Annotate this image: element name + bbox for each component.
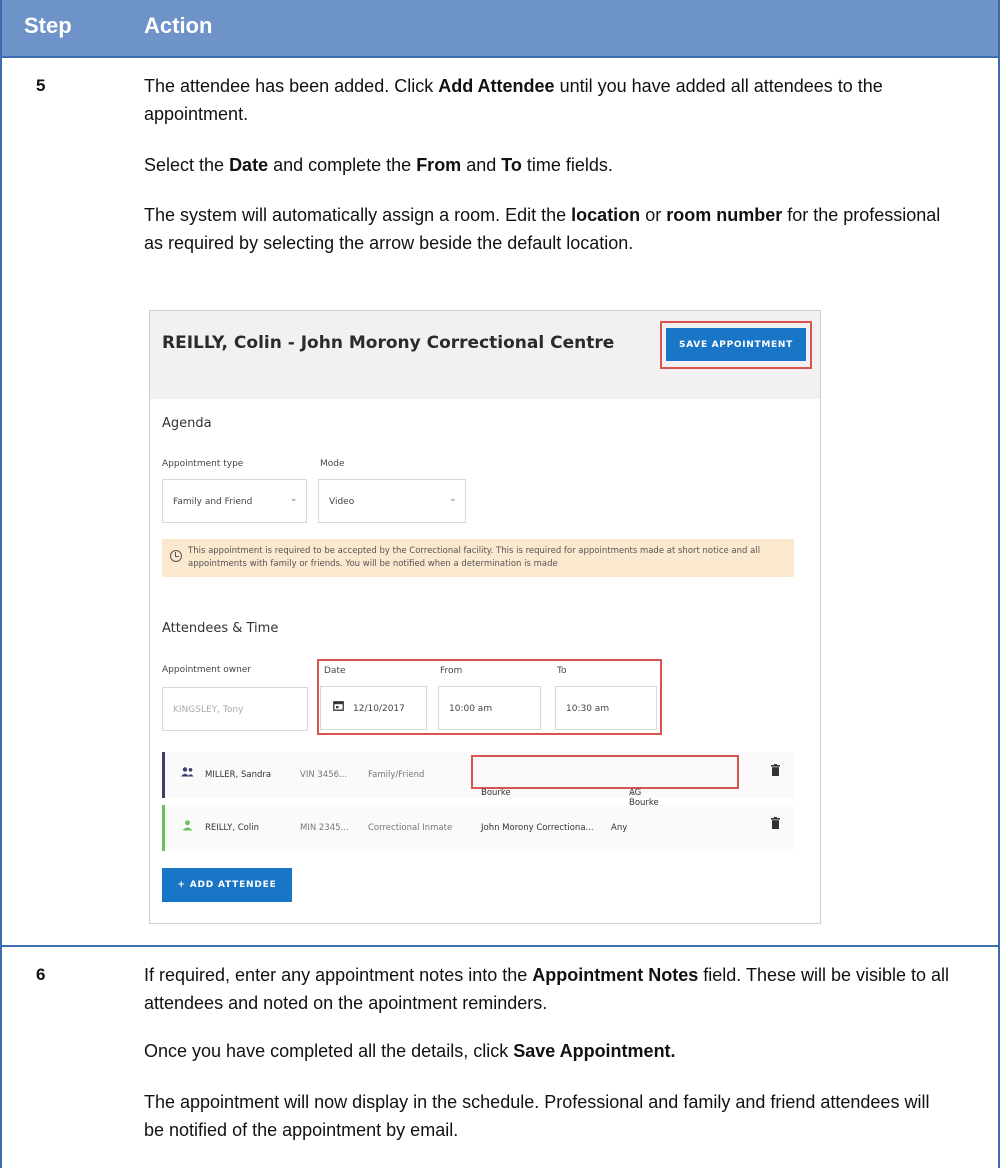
family-icon [181, 767, 194, 780]
person-icon [182, 820, 193, 834]
step6-paragraph-3: The appointment will now display in the … [144, 1092, 930, 1140]
save-appointment-button[interactable]: SAVE APPOINTMENT [666, 328, 806, 361]
from-field[interactable]: 10:00 am [438, 686, 541, 730]
notice-text: This appointment is required to be accep… [188, 546, 761, 569]
appointment-type-label: Appointment type [162, 459, 244, 469]
owner-field[interactable]: KINGSLEY, Tony [162, 687, 308, 731]
attendee-name: REILLY, Colin [205, 823, 259, 833]
chevron-down-icon: ⌄ [629, 788, 637, 798]
from-label: From [440, 666, 463, 676]
attendee-row: REILLY, Colin MIN 2345... Correctional I… [162, 805, 794, 851]
row-divider [2, 945, 998, 947]
appointment-header: REILLY, Colin - John Morony Correctional… [150, 311, 820, 399]
date-field[interactable]: 12/10/2017 [320, 686, 427, 730]
step6-paragraph-1: If required, enter any appointment notes… [144, 965, 950, 1013]
step6-paragraph-2: Once you have completed all the details,… [144, 1041, 676, 1061]
owner-label: Appointment owner [162, 665, 252, 675]
save-highlight: SAVE APPOINTMENT [660, 321, 812, 369]
attendee-id: MIN 2345... [300, 823, 349, 833]
mode-value: Video [329, 497, 355, 507]
owner-value: KINGSLEY, Tony [173, 705, 244, 715]
table-header: Step Action [2, 0, 998, 58]
date-label: Date [324, 666, 346, 676]
mode-select[interactable]: Video ⌄ [318, 479, 466, 523]
header-step: Step [24, 13, 72, 38]
to-value: 10:30 am [566, 704, 610, 714]
procedure-table: Step Action 5 The attendee has been adde… [0, 0, 1000, 1168]
appointment-type-value: Family and Friend [173, 497, 253, 507]
attendees-time-heading: Attendees & Time [162, 621, 279, 636]
from-value: 10:00 am [449, 704, 493, 714]
chevron-down-icon: ⌄ [449, 494, 457, 504]
chevron-down-icon: ⌄ [290, 494, 298, 504]
room-value: Any [611, 823, 628, 833]
chevron-down-icon: ⌄ [481, 788, 489, 798]
add-attendee-button[interactable]: + ADD ATTENDEE [162, 868, 292, 902]
appointment-title: REILLY, Colin - John Morony Correctional… [162, 333, 615, 353]
attendee-name: MILLER, Sandra [205, 770, 272, 780]
calendar-icon [333, 700, 344, 714]
step5-paragraph-1: The attendee has been added. Click Add A… [144, 76, 883, 124]
step-number-6: 6 [36, 965, 46, 984]
trash-icon[interactable] [771, 817, 780, 829]
trash-icon[interactable] [771, 764, 780, 776]
agenda-heading: Agenda [162, 416, 212, 431]
attendee-row: MILLER, Sandra VIN 3456... Family/Friend… [162, 752, 794, 828]
appointment-screenshot: REILLY, Colin - John Morony Correctional… [149, 310, 821, 924]
step5-paragraph-2: Select the Date and complete the From an… [144, 155, 613, 175]
attendee-type: Correctional Inmate [368, 823, 453, 833]
mode-label: Mode [320, 459, 345, 469]
location-highlight [471, 755, 739, 789]
to-label: To [557, 666, 567, 676]
attendee-type: Family/Friend [368, 770, 425, 780]
clock-icon [170, 550, 182, 562]
attendee-id: VIN 3456... [300, 770, 348, 780]
step-number-5: 5 [36, 76, 46, 95]
step5-paragraph-3: The system will automatically assign a r… [144, 205, 941, 253]
date-value: 12/10/2017 [353, 704, 405, 714]
appointment-type-select[interactable]: Family and Friend ⌄ [162, 479, 307, 523]
to-field[interactable]: 10:30 am [555, 686, 657, 730]
location-value: John Morony Correctiona... [481, 823, 594, 833]
acceptance-notice: This appointment is required to be accep… [162, 539, 794, 577]
header-action: Action [144, 13, 213, 38]
